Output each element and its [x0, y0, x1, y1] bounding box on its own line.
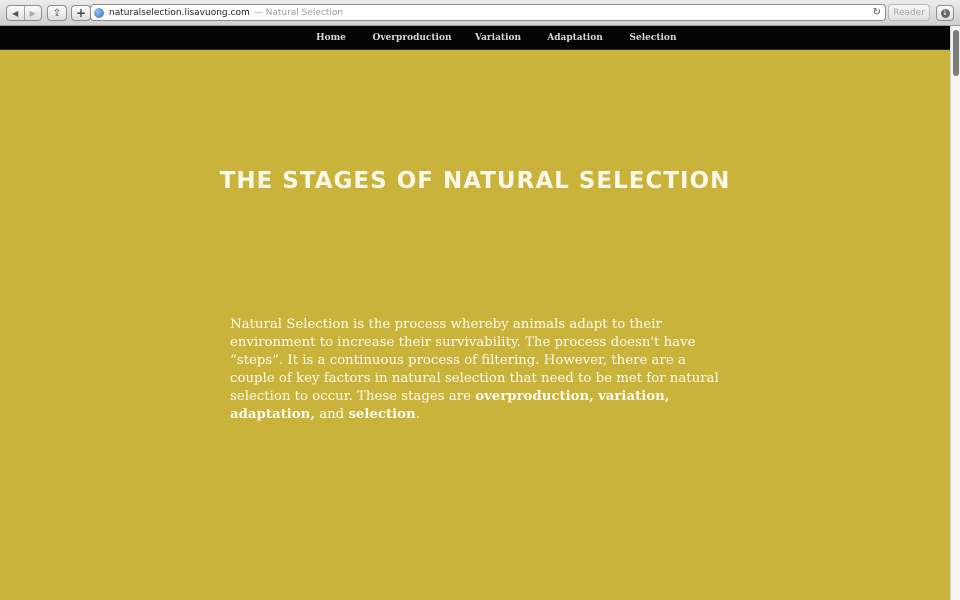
history-buttons: ◀ ▶ — [6, 5, 42, 21]
site-navigation: Home Overproduction Variation Adaptation… — [0, 26, 950, 50]
nav-link-adaptation[interactable]: Adaptation — [547, 26, 603, 50]
conjunction-text: and — [319, 407, 345, 422]
download-icon: ↓ — [940, 8, 950, 18]
reader-button[interactable]: Reader — [888, 4, 930, 21]
downloads-button[interactable]: ↓ — [936, 5, 954, 21]
term-adaptation: adaptation, — [230, 407, 315, 422]
share-icon: ⇪ — [52, 7, 62, 19]
nav-link-overproduction[interactable]: Overproduction — [372, 26, 451, 50]
page-title-text: — Natural Selection — [253, 7, 344, 18]
browser-toolbar: ◀ ▶ ⇪ + naturalselection.lisavuong.com —… — [0, 0, 960, 26]
forward-button[interactable]: ▶ — [23, 6, 42, 20]
reload-icon[interactable]: ↻ — [873, 7, 881, 18]
back-button[interactable]: ◀ — [7, 6, 24, 20]
nav-link-home[interactable]: Home — [316, 26, 346, 50]
share-button[interactable]: ⇪ — [47, 5, 67, 21]
nav-link-variation[interactable]: Variation — [475, 26, 521, 50]
address-bar[interactable]: naturalselection.lisavuong.com — Natural… — [90, 4, 886, 21]
term-variation: variation, — [598, 389, 670, 404]
nav-link-selection[interactable]: Selection — [630, 26, 677, 50]
scrollbar-thumb[interactable] — [953, 30, 959, 76]
term-selection: selection — [348, 407, 416, 422]
globe-icon — [94, 7, 104, 18]
sentence-period: . — [415, 407, 420, 422]
intro-paragraph: Natural Selection is the process whereby… — [230, 316, 725, 424]
url-text: naturalselection.lisavuong.com — [109, 7, 250, 18]
main-content: THE STAGES OF NATURAL SELECTION Natural … — [0, 50, 950, 600]
term-overproduction: overproduction, — [475, 389, 594, 404]
page-heading: THE STAGES OF NATURAL SELECTION — [219, 168, 731, 194]
plus-icon: + — [75, 6, 87, 20]
add-bookmark-button[interactable]: + — [71, 5, 91, 21]
vertical-scrollbar[interactable] — [950, 26, 960, 600]
